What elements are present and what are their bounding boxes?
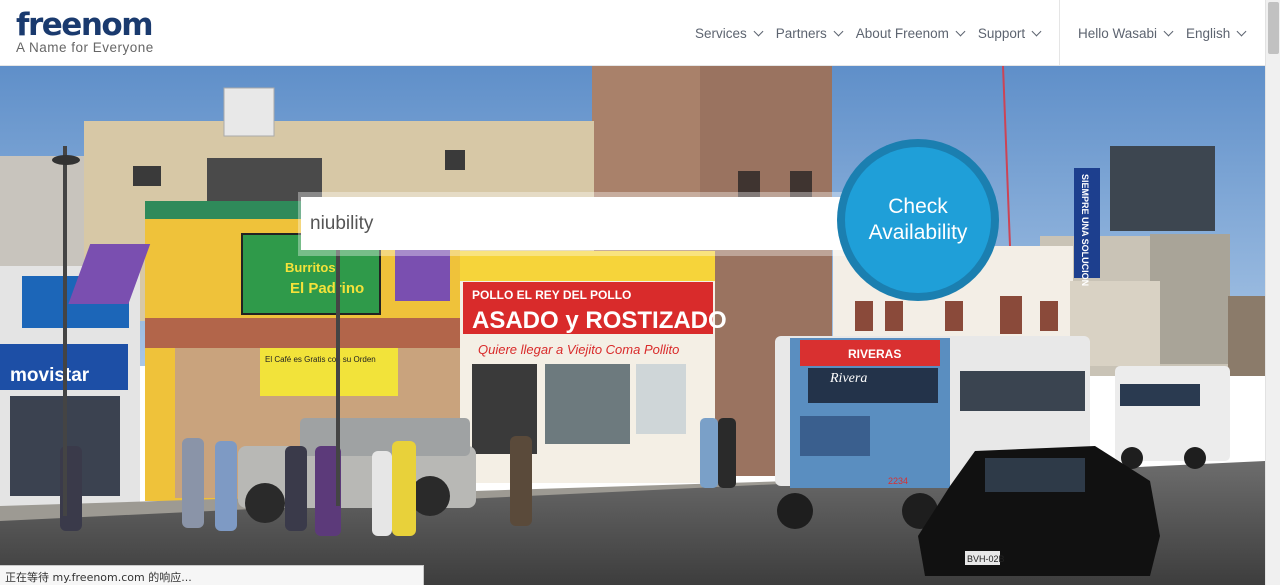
burritos-sign-line2: El Padrino	[290, 280, 364, 297]
nav-support[interactable]: Support	[977, 25, 1042, 41]
nav-language[interactable]: English	[1186, 25, 1247, 41]
chevron-down-icon	[1031, 26, 1042, 36]
chevron-down-icon	[833, 26, 844, 36]
page-scrollbar[interactable]	[1265, 0, 1280, 585]
car-plate-text: BVH-02B	[967, 554, 1005, 564]
nav-language-label: English	[1186, 25, 1231, 41]
nav-about[interactable]: About Freenom	[855, 25, 966, 41]
pollo-sign-slogan: Quiere llegar a Viejito Coma Pollito	[478, 342, 679, 357]
pollo-sign-top: POLLO EL REY DEL POLLO	[472, 288, 631, 302]
nav-partners-label: Partners	[775, 25, 827, 41]
logo-text: freenom	[16, 7, 154, 43]
site-header: freenom A Name for Everyone Services Par…	[0, 0, 1265, 66]
freenom-logo[interactable]: freenom A Name for Everyone	[16, 8, 154, 55]
logo-tagline: A Name for Everyone	[16, 40, 154, 55]
nav-about-label: About Freenom	[855, 25, 949, 41]
page: freenom A Name for Everyone Services Par…	[0, 0, 1280, 585]
cafe-sign-text: El Café es Gratis con su Orden	[265, 355, 376, 364]
bus-number: 2234	[888, 476, 908, 486]
chevron-down-icon	[753, 26, 764, 36]
logo-wordmark: freenom	[16, 8, 154, 42]
check-button-line2: Availability	[868, 221, 968, 244]
pollo-sign-main: ASADO y ROSTIZADO	[472, 307, 727, 334]
vertical-sign-text: SIEMPRE UNA SOLUCION	[1080, 174, 1090, 286]
chevron-down-icon	[955, 26, 966, 36]
chevron-down-icon	[1163, 26, 1174, 36]
bus-banner-text: Rivera	[829, 371, 867, 386]
check-button-line1: Check	[888, 195, 948, 218]
bus-sign-text: RIVERAS	[848, 347, 901, 361]
scrollbar-thumb[interactable]	[1268, 2, 1279, 54]
check-availability-button[interactable]: Check Availability	[845, 147, 991, 293]
hero-street-scene: movistar Burritos El Padrino El Café es …	[0, 66, 1265, 585]
chevron-down-icon	[1236, 26, 1247, 36]
nav-user-label: Hello Wasabi	[1078, 25, 1158, 41]
user-nav: Hello Wasabi English	[1078, 0, 1259, 66]
domain-search-input[interactable]	[301, 197, 849, 250]
burritos-sign-line1: Burritos	[285, 260, 336, 275]
hero-banner: movistar Burritos El Padrino El Café es …	[0, 66, 1265, 585]
nav-support-label: Support	[977, 25, 1026, 41]
movistar-sign-text: movistar	[10, 365, 90, 386]
nav-services[interactable]: Services	[695, 25, 764, 41]
nav-partners[interactable]: Partners	[775, 25, 844, 41]
browser-status-bar: 正在等待 my.freenom.com 的响应...	[0, 565, 424, 585]
nav-divider	[1059, 0, 1060, 66]
main-nav: Services Partners About Freenom Support	[695, 0, 1054, 66]
nav-services-label: Services	[695, 25, 747, 41]
nav-user-menu[interactable]: Hello Wasabi	[1078, 25, 1174, 41]
